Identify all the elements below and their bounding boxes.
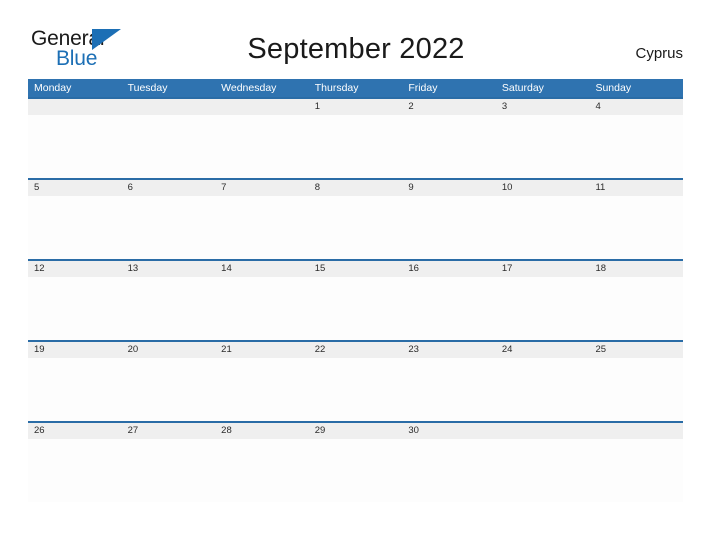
week-day-number-band: 12 13 14 15 16 17 18 (28, 261, 683, 277)
day-cell[interactable]: 2 (402, 99, 496, 115)
day-cell[interactable] (215, 99, 309, 115)
day-cell[interactable]: 21 (215, 342, 309, 358)
day-cell[interactable]: 15 (309, 261, 403, 277)
day-cell[interactable]: 11 (589, 180, 683, 196)
calendar-week-row: 26 27 28 29 30 (28, 421, 683, 502)
day-cell[interactable]: 12 (28, 261, 122, 277)
calendar-grid: Monday Tuesday Wednesday Thursday Friday… (28, 79, 683, 502)
week-note-area[interactable] (28, 277, 683, 340)
calendar-week-row: 12 13 14 15 16 17 18 (28, 259, 683, 340)
day-cell[interactable]: 18 (589, 261, 683, 277)
week-note-area[interactable] (28, 439, 683, 502)
day-cell[interactable]: 30 (402, 423, 496, 439)
day-cell[interactable]: 28 (215, 423, 309, 439)
day-cell[interactable]: 24 (496, 342, 590, 358)
day-cell[interactable]: 8 (309, 180, 403, 196)
weekday-header-wednesday: Wednesday (221, 82, 277, 94)
day-cell[interactable]: 25 (589, 342, 683, 358)
day-cell[interactable]: 23 (402, 342, 496, 358)
weekday-header-thursday: Thursday (314, 82, 359, 94)
weekday-header-friday: Friday (408, 82, 438, 94)
day-cell[interactable]: 13 (122, 261, 216, 277)
week-day-number-band: 26 27 28 29 30 (28, 423, 683, 439)
day-cell[interactable]: 9 (402, 180, 496, 196)
day-cell[interactable]: 16 (402, 261, 496, 277)
calendar-week-row: 1 2 3 4 (28, 97, 683, 178)
calendar-week-row: 19 20 21 22 23 24 25 (28, 340, 683, 421)
week-note-area[interactable] (28, 358, 683, 421)
day-cell[interactable]: 22 (309, 342, 403, 358)
weekday-header-saturday: Saturday (501, 82, 544, 94)
day-cell[interactable]: 27 (122, 423, 216, 439)
page-title: September 2022 (247, 33, 465, 65)
weekday-header-row: Monday Tuesday Wednesday Thursday Friday… (28, 79, 683, 97)
day-cell[interactable]: 3 (496, 99, 590, 115)
weekday-header-sunday: Sunday (595, 82, 632, 94)
day-cell[interactable]: 19 (28, 342, 122, 358)
week-day-number-band: 1 2 3 4 (28, 99, 683, 115)
day-cell[interactable] (122, 99, 216, 115)
day-cell[interactable] (496, 423, 590, 439)
day-cell[interactable]: 1 (309, 99, 403, 115)
day-cell[interactable]: 20 (122, 342, 216, 358)
week-note-area[interactable] (28, 196, 683, 259)
day-cell[interactable]: 7 (215, 180, 309, 196)
calendar-week-row: 5 6 7 8 9 10 11 (28, 178, 683, 259)
day-cell[interactable]: 14 (215, 261, 309, 277)
day-cell[interactable]: 4 (589, 99, 683, 115)
calendar-page: General Blue September 2022 Cyprus Monda… (0, 0, 712, 550)
day-cell[interactable]: 10 (496, 180, 590, 196)
day-cell[interactable]: 17 (496, 261, 590, 277)
day-cell[interactable]: 6 (122, 180, 216, 196)
weekday-header-tuesday: Tuesday (127, 82, 168, 94)
day-cell[interactable]: 29 (309, 423, 403, 439)
day-cell[interactable]: 5 (28, 180, 122, 196)
region-label: Cyprus (635, 45, 683, 62)
week-note-area[interactable] (28, 115, 683, 178)
day-cell[interactable] (28, 99, 122, 115)
week-day-number-band: 5 6 7 8 9 10 11 (28, 180, 683, 196)
day-cell[interactable]: 26 (28, 423, 122, 439)
week-day-number-band: 19 20 21 22 23 24 25 (28, 342, 683, 358)
page-header: General Blue September 2022 Cyprus (0, 0, 712, 79)
weekday-header-monday: Monday (34, 82, 72, 94)
day-cell[interactable] (589, 423, 683, 439)
